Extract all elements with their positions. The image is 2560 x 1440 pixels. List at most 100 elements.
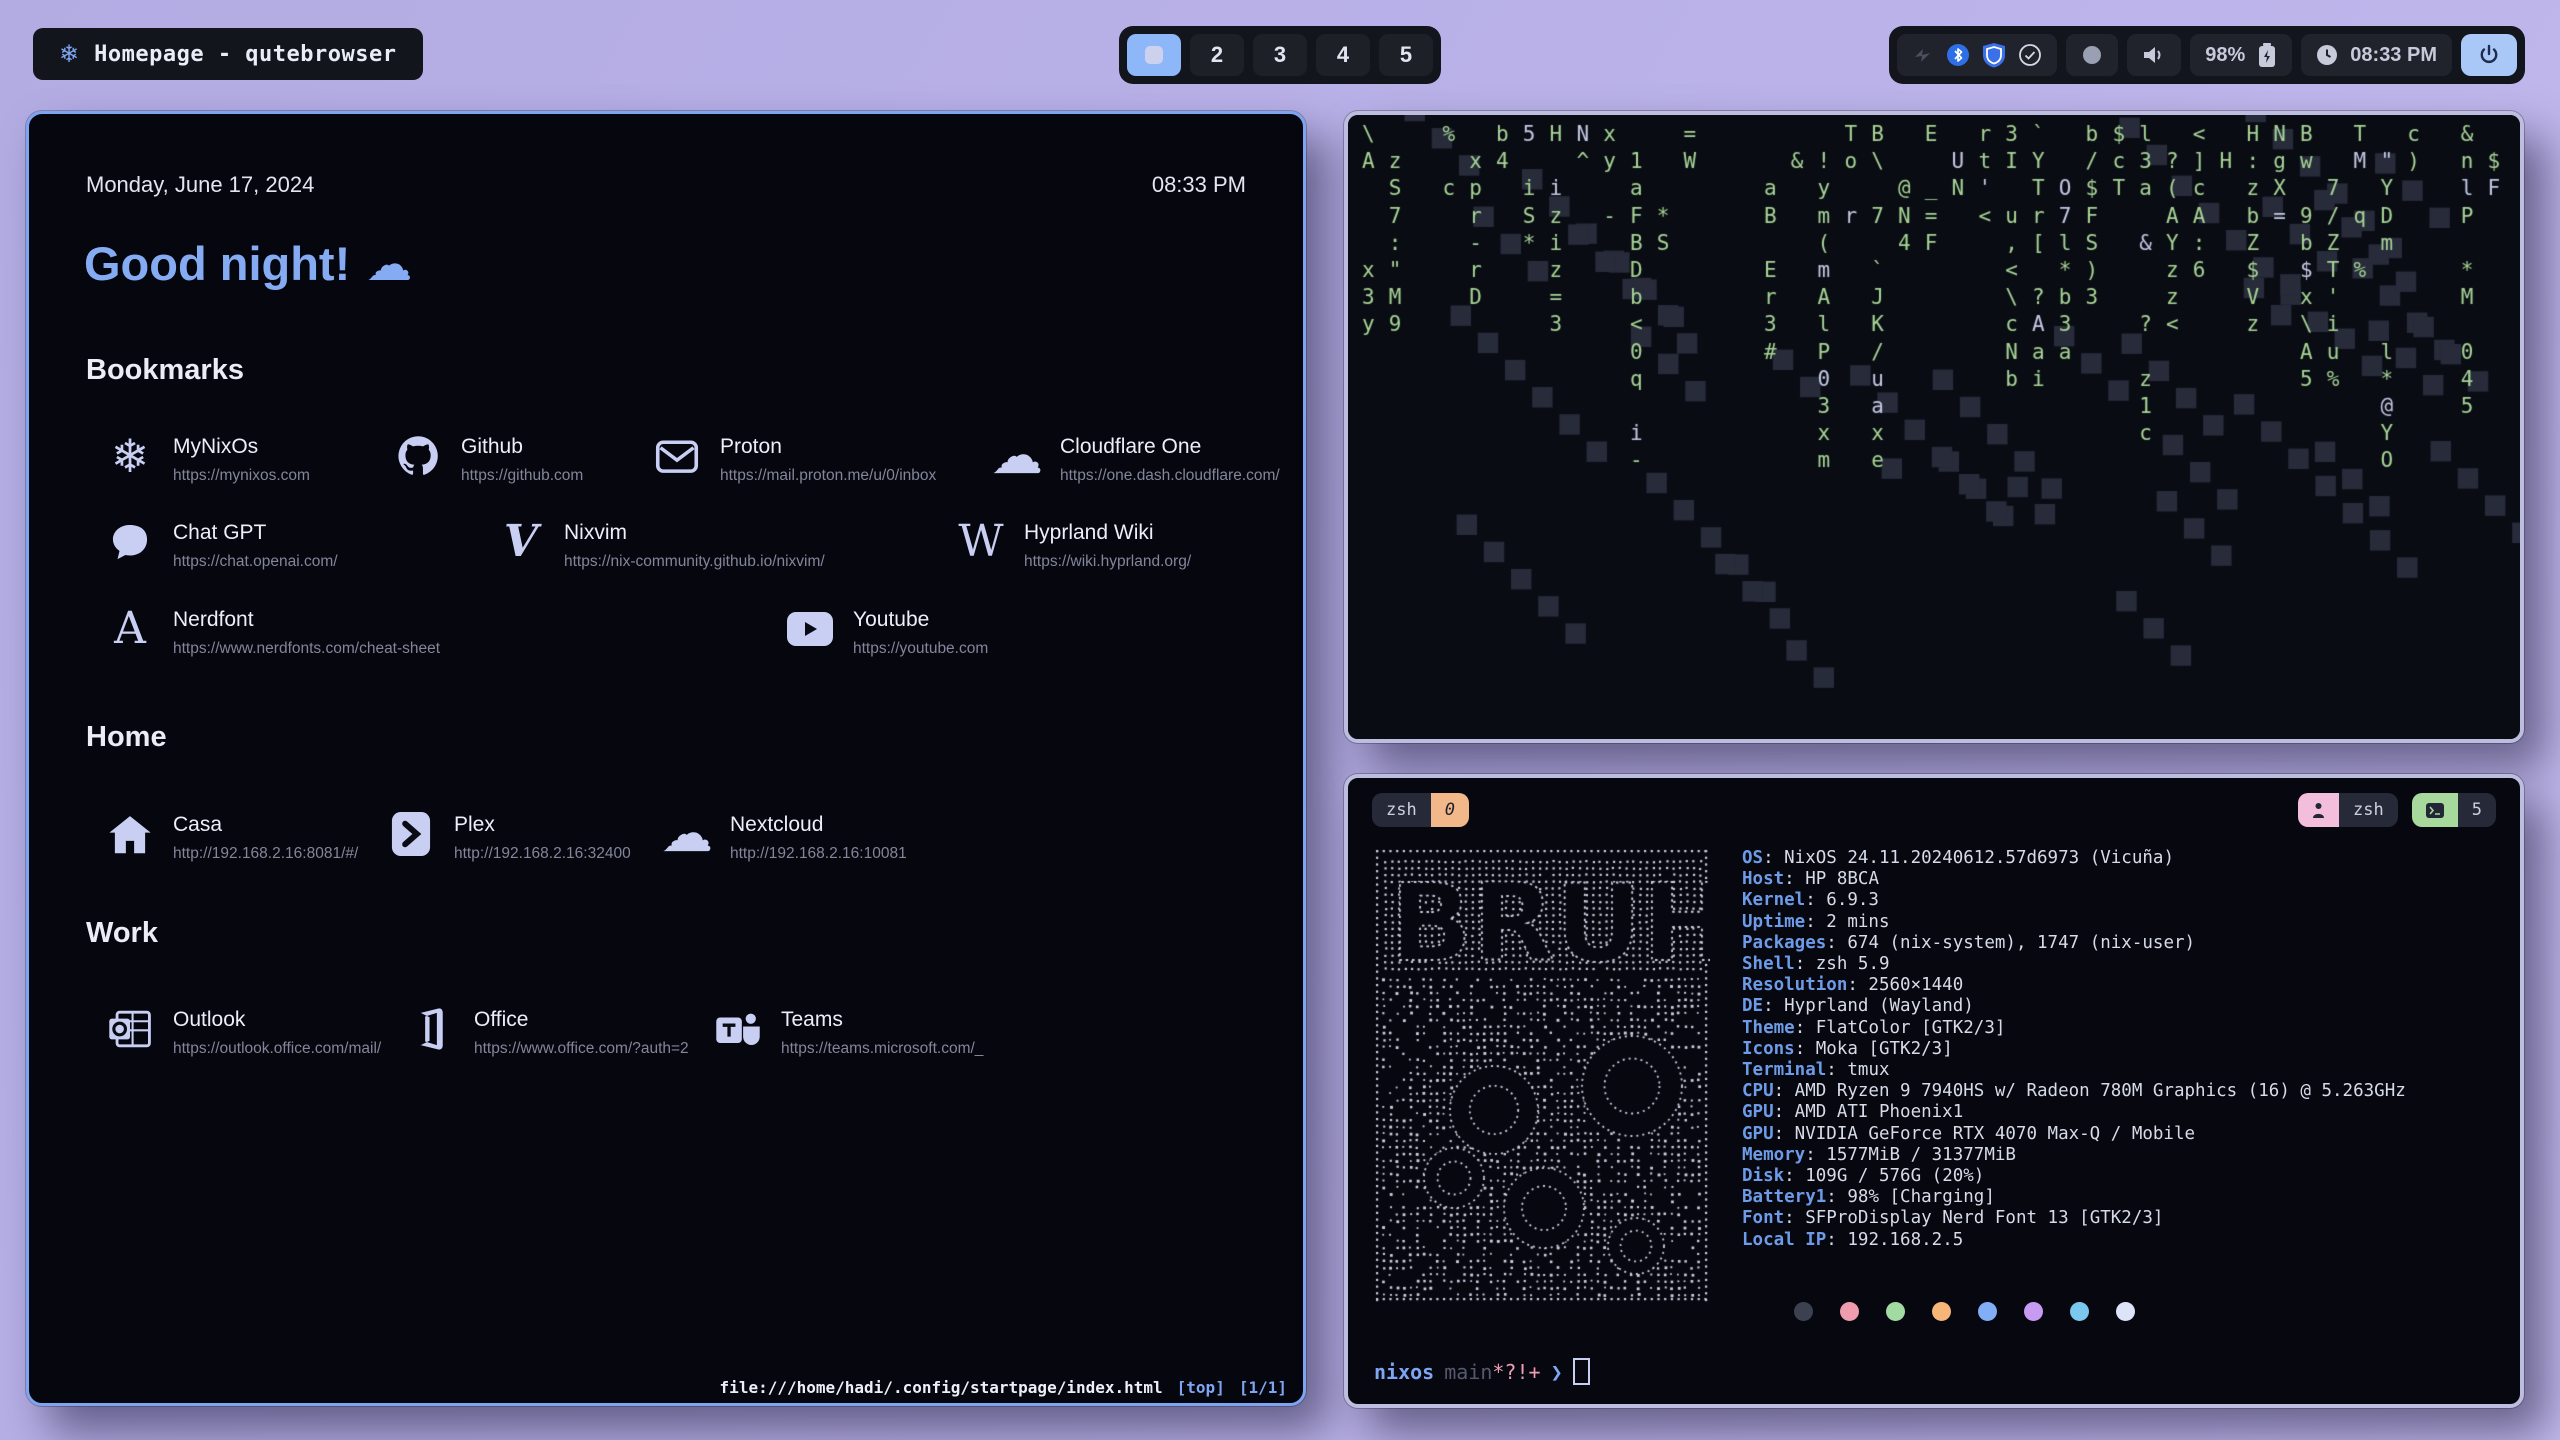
battery-segment[interactable]: 98% [2190, 34, 2292, 76]
bookmark-hyprland-wiki[interactable]: WHyprland Wikihttps://wiki.hyprland.org/ [958, 519, 1191, 571]
nextcloud-icon: ☁ [664, 811, 710, 857]
section-bookmarks: Bookmarks❄MyNixOshttps://mynixos.comGith… [86, 354, 1246, 687]
bookmark-outlook[interactable]: Outlook https://outlook.office.com/mail/ [107, 1006, 381, 1058]
fetch-info-line: Local IP: 192.168.2.5 [1742, 1230, 2406, 1251]
tmux-shell-name: zsh [2339, 793, 2398, 827]
prompt-arrow: ❯ [1551, 1360, 1563, 1384]
workspace-button-4[interactable]: 4 [1316, 34, 1370, 76]
bookmark-url: https://mynixos.com [173, 467, 310, 485]
terminal-icon [2412, 793, 2458, 827]
plex-icon [388, 811, 434, 857]
fetch-info-line: Theme: FlatColor [GTK2/3] [1742, 1018, 2406, 1039]
fetch-info-line: Packages: 674 (nix-system), 1747 (nix-us… [1742, 933, 2406, 954]
palette-dot [2116, 1302, 2135, 1321]
letter-a-icon: A [107, 606, 153, 652]
nixos-logo-icon: ❄ [59, 40, 79, 69]
workspace-switcher: 2345 [1119, 26, 1441, 84]
moon-cloud-icon: ☁ [366, 241, 412, 287]
paper-plane-icon [1912, 44, 1934, 66]
section-title: Bookmarks [86, 354, 1246, 387]
tmux-window-count-segment: 5 [2412, 793, 2496, 827]
tmux-status-bar: zsh 0 zsh 5 [1372, 792, 2496, 828]
bookmark-url: https://outlook.office.com/mail/ [173, 1040, 381, 1058]
bookmark-title: Teams [781, 1008, 983, 1032]
bookmark-youtube[interactable]: Youtubehttps://youtube.com [787, 606, 988, 658]
bookmark-url: https://teams.microsoft.com/_ [781, 1040, 983, 1058]
bookmark-title: Casa [173, 813, 358, 837]
bookmark-title: Nerdfont [173, 608, 440, 632]
bookmark-url: https://www.office.com/?auth=2 [474, 1040, 689, 1058]
bluetooth-icon [1946, 43, 1970, 67]
power-button[interactable] [2461, 34, 2517, 76]
startpage-time: 08:33 PM [1152, 172, 1246, 198]
bookmark-title: MyNixOs [173, 435, 310, 459]
volume-segment[interactable] [2127, 34, 2181, 76]
bookmark-nerdfont[interactable]: A Nerdfont https://www.nerdfonts.com/cheat… [107, 606, 440, 658]
bookmark-teams[interactable]: Teams https://teams.microsoft.com/_ [715, 1006, 983, 1058]
fetch-info-line: Disk: 109G / 576G (20%) [1742, 1166, 2406, 1187]
recorder-segment[interactable] [2066, 34, 2118, 76]
bookmark-url: https://wiki.hyprland.org/ [1024, 553, 1191, 571]
outlook-icon [107, 1006, 153, 1052]
palette-dot [2070, 1302, 2089, 1321]
bookmark-office[interactable]: Office https://www.office.com/?auth=2 [408, 1006, 689, 1058]
prompt-git-branch: main*?!+ [1444, 1360, 1540, 1384]
house-icon [107, 811, 153, 857]
workspace-button-5[interactable]: 5 [1379, 34, 1433, 76]
bookmark-github[interactable]: Githubhttps://github.com [395, 433, 583, 485]
bookmark-nixvim[interactable]: VNixvimhttps://nix-community.github.io/n… [498, 519, 825, 571]
clock-segment[interactable]: 08:33 PM [2301, 34, 2452, 76]
bookmark-url: http://192.168.2.16:8081/#/ [173, 845, 358, 863]
text-cursor[interactable] [1573, 1358, 1590, 1385]
statusbar-frame: [top] [1177, 1378, 1225, 1397]
bookmark-title: Outlook [173, 1008, 381, 1032]
bookmark-title: Nextcloud [730, 813, 907, 837]
fetch-info-line: Battery1: 98% [Charging] [1742, 1187, 2406, 1208]
workspace-button-3[interactable]: 3 [1253, 34, 1307, 76]
record-dot-icon [2081, 44, 2103, 66]
tray-icons-segment[interactable] [1897, 34, 2057, 76]
bookmark-url: https://www.nerdfonts.com/cheat-sheet [173, 640, 440, 658]
tmux-window-index: 0 [1431, 793, 1469, 827]
terminal-color-palette [1794, 1302, 2135, 1321]
palette-dot [2024, 1302, 2043, 1321]
check-circle-icon [2018, 43, 2042, 67]
workspace-button-2[interactable]: 2 [1190, 34, 1244, 76]
palette-dot [1840, 1302, 1859, 1321]
palette-dot [1932, 1302, 1951, 1321]
bookmark-casa[interactable]: Casa http://192.168.2.16:8081/#/ [107, 811, 358, 863]
user-icon [2298, 793, 2339, 827]
workspace-button-active[interactable] [1127, 34, 1181, 76]
fetch-info-line: Kernel: 6.9.3 [1742, 890, 2406, 911]
bookmark-chat-gpt[interactable]: Chat GPThttps://chat.openai.com/ [107, 519, 338, 571]
window-title: Homepage - qutebrowser [94, 42, 396, 67]
bookmark-nextcloud[interactable]: ☁ Nextcloud http://192.168.2.16:10081 [664, 811, 907, 863]
bookmark-url: https://chat.openai.com/ [173, 553, 338, 571]
bruh-ascii-art [1374, 848, 1710, 1304]
window-title-pill: ❄ Homepage - qutebrowser [33, 28, 423, 80]
fetch-info-line: Resolution: 2560×1440 [1742, 975, 2406, 996]
fetch-info-line: Uptime: 2 mins [1742, 912, 2406, 933]
bookmark-url: https://one.dash.cloudflare.com/ [1060, 467, 1280, 485]
bookmark-title: Office [474, 1008, 689, 1032]
fetch-info-line: OS: NixOS 24.11.20240612.57d6973 (Vicuña… [1742, 848, 2406, 869]
status-tray: 98% 08:33 PM [1889, 26, 2525, 84]
bookmark-url: http://192.168.2.16:10081 [730, 845, 907, 863]
bookmark-mynixos[interactable]: ❄MyNixOshttps://mynixos.com [107, 433, 310, 485]
shell-prompt: nixos main*?!+ ❯ [1374, 1358, 1590, 1385]
bookmark-url: https://nix-community.github.io/nixvim/ [564, 553, 825, 571]
bookmark-url: https://mail.proton.me/u/0/inbox [720, 467, 936, 485]
bookmark-plex[interactable]: Plexhttp://192.168.2.16:32400 [388, 811, 631, 863]
bookmark-url: https://youtube.com [853, 640, 988, 658]
fetch-info-line: CPU: AMD Ryzen 9 7940HS w/ Radeon 780M G… [1742, 1081, 2406, 1102]
section-title: Work [86, 917, 1246, 950]
bookmark-title: Nixvim [564, 521, 825, 545]
bookmark-cloudflare-one[interactable]: ☁Cloudflare Onehttps://one.dash.cloudfla… [994, 433, 1280, 485]
bookmark-proton[interactable]: Protonhttps://mail.proton.me/u/0/inbox [654, 433, 936, 485]
section-home: HomeCasahttp://192.168.2.16:8081/#/Plexh… [86, 721, 1246, 914]
palette-dot [1794, 1302, 1813, 1321]
fetch-info-line: Terminal: tmux [1742, 1060, 2406, 1081]
tmux-session-segment: zsh 0 [1372, 793, 1469, 827]
teams-icon [715, 1006, 761, 1052]
youtube-icon [787, 606, 833, 652]
